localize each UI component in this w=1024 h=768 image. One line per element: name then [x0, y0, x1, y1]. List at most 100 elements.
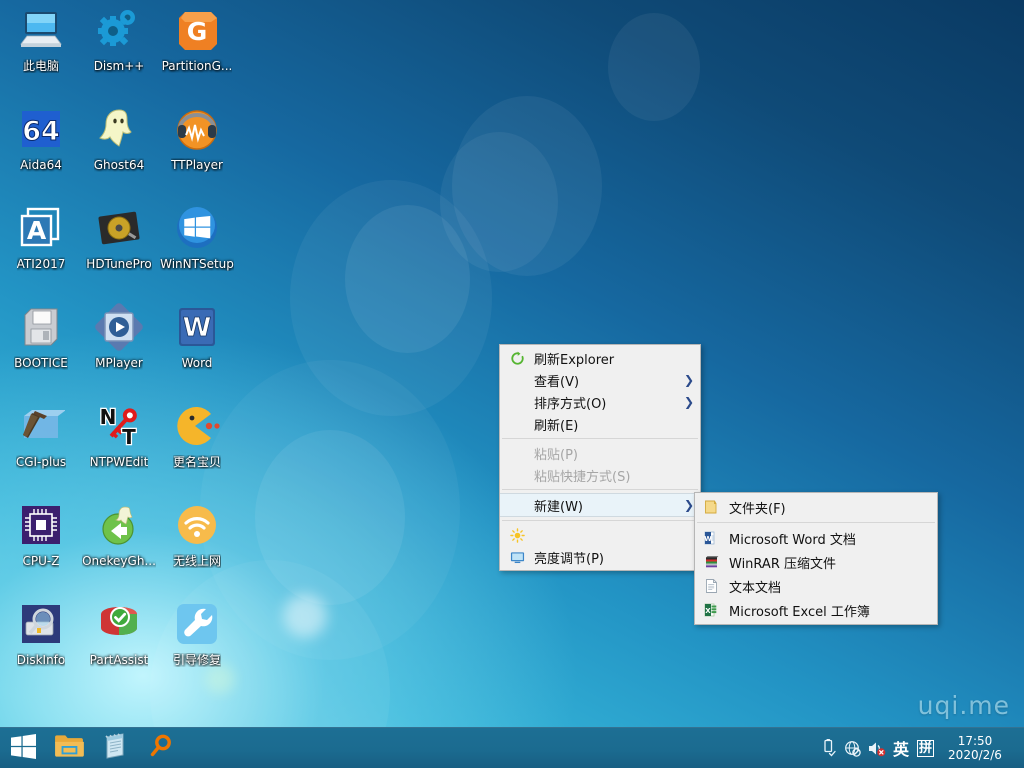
menu-item-brightness[interactable]	[500, 524, 700, 546]
display-monitor-icon	[506, 548, 528, 566]
desktop-icon-label: HDTunePro	[86, 257, 151, 271]
svg-text:N: N	[100, 405, 117, 429]
desktop-icon-cgi-plus[interactable]: CGI-plus	[2, 400, 80, 492]
desktop-icon-this-pc[interactable]: 此电脑	[2, 4, 80, 96]
onekey-ghost-icon	[95, 501, 143, 549]
desktop-icon-label: DiskInfo	[17, 653, 66, 667]
wallpaper-bubble	[255, 430, 405, 605]
blank-icon	[506, 393, 528, 411]
desktop-icon-aida64[interactable]: 64 Aida64	[2, 103, 80, 195]
menu-item-label: 粘贴快捷方式(S)	[528, 466, 696, 485]
this-pc-icon	[17, 6, 65, 54]
desktop-context-menu: 刷新Explorer 查看(V) ❯ 排序方式(O) ❯ 刷新(E) 粘贴(P)…	[499, 344, 701, 571]
submenu-item-label: Microsoft Excel 工作簿	[723, 601, 933, 620]
ati2017-icon: A	[17, 204, 65, 252]
cpuz-icon	[17, 501, 65, 549]
cgi-plus-hammer-icon	[17, 402, 65, 450]
chevron-right-icon: ❯	[682, 396, 696, 408]
start-button[interactable]	[0, 728, 46, 768]
ime-language-indicator[interactable]: 英	[889, 736, 913, 760]
blank-icon	[506, 415, 528, 433]
menu-separator	[502, 520, 698, 521]
svg-text:T: T	[122, 425, 136, 449]
clock-date: 2020/2/6	[942, 748, 1008, 762]
svg-text:W: W	[704, 535, 712, 543]
desktop-icon-label: 此电脑	[23, 59, 59, 73]
hdtunepro-icon	[95, 204, 143, 252]
menu-item-label: 亮度调节(P)	[528, 548, 696, 567]
submenu-item-excel-workbook[interactable]: X Microsoft Excel 工作簿	[695, 598, 937, 622]
menu-item-display-settings[interactable]: 亮度调节(P)	[500, 546, 700, 568]
desktop-icon-ghost64[interactable]: Ghost64	[80, 103, 158, 195]
ntpwedit-key-icon: N T	[95, 402, 143, 450]
menu-item-paste-shortcut: 粘贴快捷方式(S)	[500, 464, 700, 486]
ttplayer-icon	[173, 105, 221, 153]
winntsetup-icon	[173, 204, 221, 252]
desktop-icon-boot-repair[interactable]: 引导修复	[158, 598, 236, 690]
desktop-icon-label: Aida64	[20, 158, 62, 172]
blank-icon	[506, 496, 528, 514]
search-button[interactable]	[138, 728, 184, 768]
menu-item-label: 查看(V)	[528, 371, 682, 390]
taskbar: 英 拼 17:50 2020/2/6	[0, 727, 1024, 768]
desktop-icon-label: BOOTICE	[14, 356, 68, 370]
svg-text:W: W	[183, 313, 212, 343]
wifi-icon	[173, 501, 221, 549]
partassist-icon	[95, 600, 143, 648]
ime-mode-indicator[interactable]: 拼	[917, 740, 934, 757]
desktop-icon-label: Ghost64	[94, 158, 144, 172]
usb-eject-icon[interactable]	[817, 728, 841, 768]
search-magnifier-icon	[148, 733, 174, 763]
desktop-icon-ati2017[interactable]: A ATI2017	[2, 202, 80, 294]
svg-text:64: 64	[22, 116, 60, 147]
menu-item-sort-by[interactable]: 排序方式(O) ❯	[500, 391, 700, 413]
desktop-icon-partassist[interactable]: PartAssist	[80, 598, 158, 690]
submenu-item-word-document[interactable]: W Microsoft Word 文档	[695, 526, 937, 550]
desktop-icon-wifi[interactable]: 无线上网	[158, 499, 236, 591]
notepad-button[interactable]	[92, 728, 138, 768]
wallpaper-glow	[283, 594, 327, 638]
desktop-icon-winntsetup[interactable]: WinNTSetup	[158, 202, 236, 294]
menu-item-label: 刷新(E)	[528, 415, 696, 434]
desktop-icon-label: PartitionG...	[162, 59, 233, 73]
network-disabled-icon[interactable]	[841, 728, 865, 768]
menu-item-label: 粘贴(P)	[528, 444, 696, 463]
blank-icon	[506, 466, 528, 484]
desktop-icon-hdtunepro[interactable]: HDTunePro	[80, 202, 158, 294]
wallpaper-bubble	[452, 96, 602, 276]
boot-repair-wrench-icon	[173, 600, 221, 648]
desktop-icon-onekeyghost[interactable]: OnekeyGh...	[80, 499, 158, 591]
winrar-icon	[701, 553, 723, 571]
desktop-icon-diskinfo[interactable]: DiskInfo	[2, 598, 80, 690]
ghost64-icon	[95, 105, 143, 153]
file-explorer-button[interactable]	[46, 728, 92, 768]
desktop-icon-label: CGI-plus	[16, 455, 66, 469]
menu-item-refresh-explorer[interactable]: 刷新Explorer	[500, 347, 700, 369]
desktop-icon-mplayer[interactable]: MPlayer	[80, 301, 158, 393]
desktop-icon-cpuz[interactable]: CPU-Z	[2, 499, 80, 591]
desktop-icon-partitionguru[interactable]: G PartitionG...	[158, 4, 236, 96]
desktop-icon-ttplayer[interactable]: TTPlayer	[158, 103, 236, 195]
desktop-icon-ntpwedit[interactable]: N T NTPWEdit	[80, 400, 158, 492]
new-item-submenu: 文件夹(F) W Microsoft Word 文档	[694, 492, 938, 625]
submenu-item-winrar-archive[interactable]: WinRAR 压缩文件	[695, 550, 937, 574]
menu-item-new[interactable]: 新建(W) ❯	[500, 493, 700, 517]
desktop-icon-bootice[interactable]: BOOTICE	[2, 301, 80, 393]
partition-guru-icon: G	[173, 6, 221, 54]
desktop-icon-label: OnekeyGh...	[82, 554, 156, 568]
submenu-item-folder[interactable]: 文件夹(F)	[695, 495, 937, 519]
volume-muted-icon[interactable]	[865, 728, 889, 768]
desktop-icon-label: Dism++	[94, 59, 145, 73]
desktop-icon-rename-baby[interactable]: 更名宝贝	[158, 400, 236, 492]
svg-text:G: G	[187, 17, 208, 46]
menu-item-view[interactable]: 查看(V) ❯	[500, 369, 700, 391]
blank-icon	[506, 371, 528, 389]
taskbar-clock[interactable]: 17:50 2020/2/6	[934, 734, 1018, 762]
desktop-icon-dism[interactable]: Dism++	[80, 4, 158, 96]
dism-gears-icon	[95, 6, 143, 54]
desktop-icon-word[interactable]: W Word	[158, 301, 236, 393]
submenu-item-text-document[interactable]: 文本文档	[695, 574, 937, 598]
ime-mode-label: 拼	[919, 741, 932, 756]
menu-item-refresh[interactable]: 刷新(E)	[500, 413, 700, 435]
svg-text:X: X	[705, 607, 711, 615]
